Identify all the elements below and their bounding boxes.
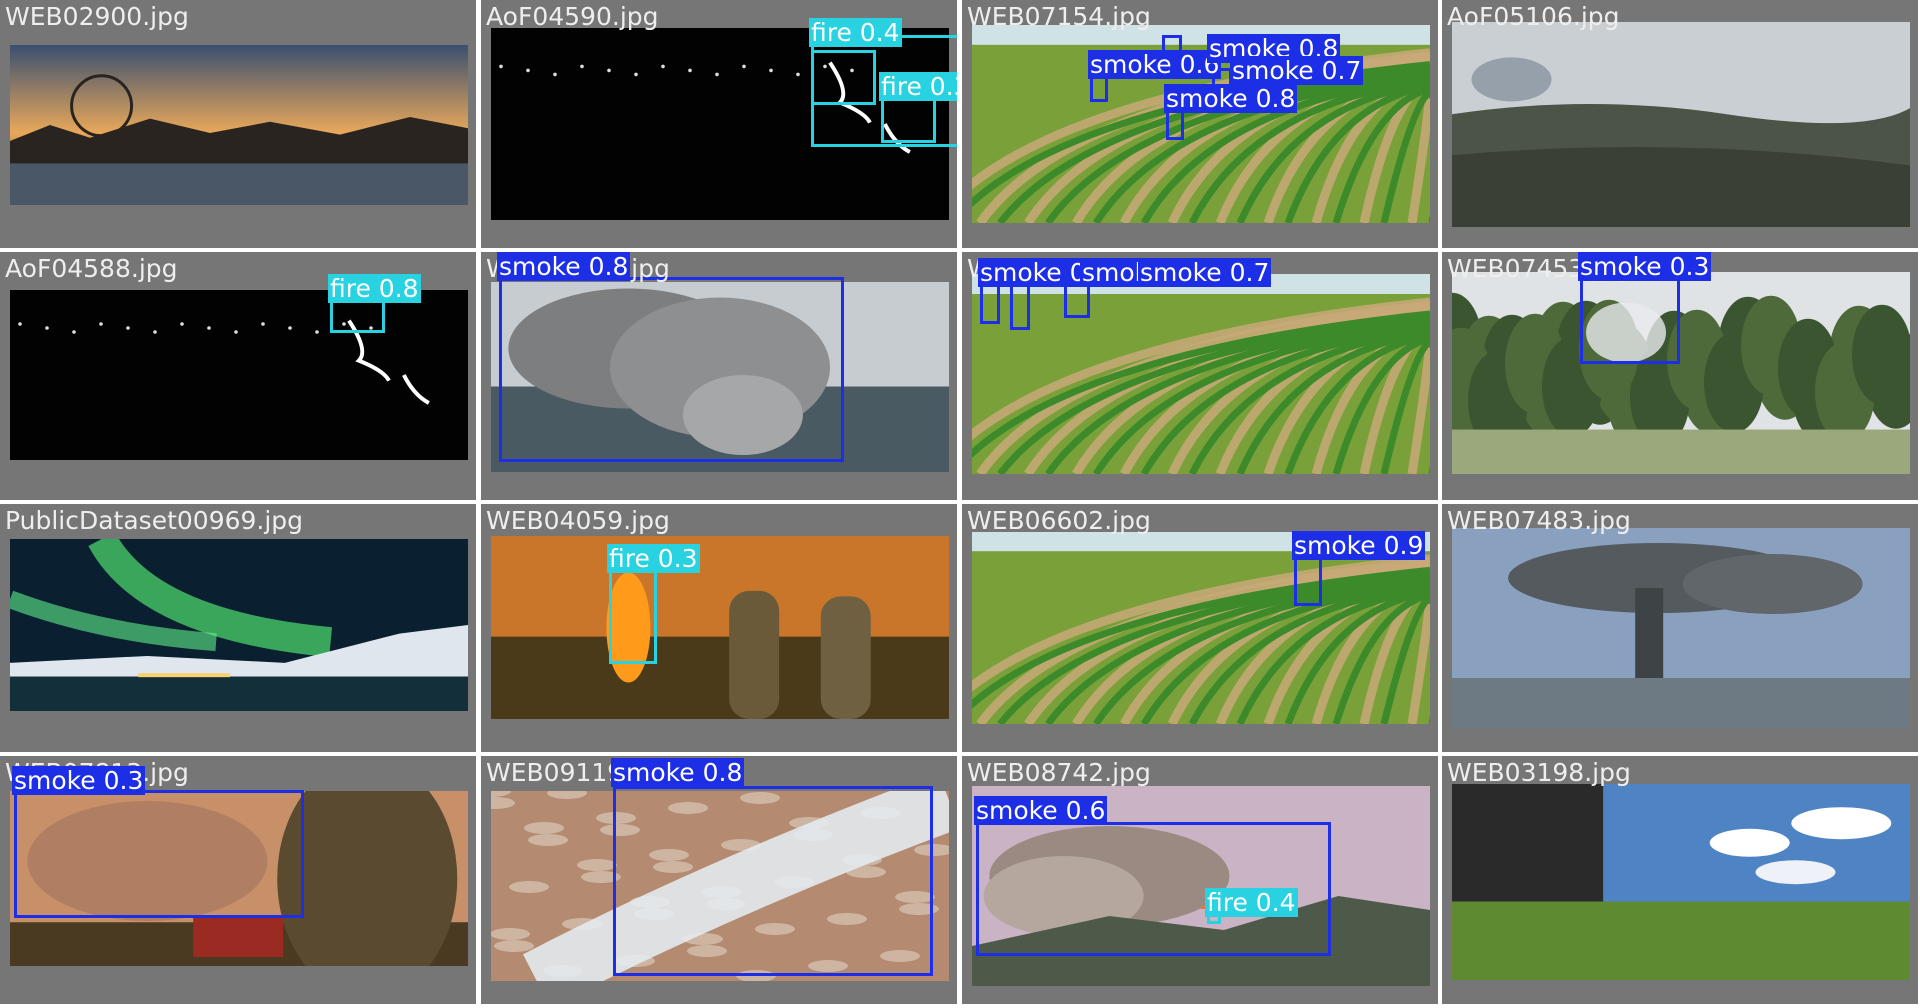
scene-crop-field-rows (972, 532, 1430, 724)
scene-aurora-night (10, 539, 468, 711)
tile-photo (972, 274, 1430, 474)
smoke-detection-label: smoke 0.8 (497, 252, 631, 281)
scene-stadium-cloudy-sky (1452, 784, 1910, 980)
tile-filename: AoF04590.jpg (486, 2, 659, 31)
fire-detection-label: fire 0.3 (879, 72, 957, 101)
tile-filename: WEB06602.jpg (967, 506, 1151, 535)
image-tile: WEB02900.jpg (0, 0, 476, 248)
smoke-detection-label: smoke 0.9 (1292, 531, 1426, 560)
image-tile: AoF04590.jpg fire 0.4 fire 0.3 (481, 0, 957, 248)
tile-photo (972, 532, 1430, 724)
image-tile: WEB06602.jpg smoke 0.9 (962, 504, 1438, 752)
tile-filename: WEB08742.jpg (967, 758, 1151, 787)
smoke-detection-box (1580, 274, 1680, 364)
smoke-detection-box (1010, 280, 1030, 330)
image-tile: WEB07453.jpg smoke 0.3 (1442, 252, 1918, 500)
scene-night-dark-fire (10, 290, 468, 460)
tile-photo (1452, 784, 1910, 980)
tile-filename: WEB02900.jpg (5, 2, 189, 31)
image-tile: AoF05106.jpg (1442, 0, 1918, 248)
smoke-detection-label: smoke 0.6 (974, 796, 1108, 825)
scene-crop-field-rows (972, 274, 1430, 474)
fire-detection-label: fire 0.3 (607, 544, 700, 573)
fire-detection-label: fire 0.8 (328, 274, 421, 303)
image-tile: WEB07154.jpgsmoke 0.7smoke 0.7smoke 0.7 (962, 252, 1438, 500)
smoke-detection-box (1294, 554, 1322, 606)
scene-forest-smoke (1452, 272, 1910, 474)
scene-hazy-hillside (1452, 22, 1910, 227)
image-tile: WEB07154.jpg smoke 0.6 smoke 0.8 smoke 0.7 s… (962, 0, 1438, 248)
tile-filename: WEB04059.jpg (486, 506, 670, 535)
tile-photo (10, 539, 468, 711)
smoke-detection-box (499, 277, 844, 462)
scene-firefighters-orange (491, 536, 949, 719)
fire-detection-label: fire 0.4 (1205, 888, 1298, 917)
tile-photo (1452, 22, 1910, 227)
image-tile: AoF04588.jpg fire 0.8 (0, 252, 476, 500)
image-tile: WEB07813.jpgsmoke 0.3 (0, 756, 476, 1004)
tile-photo (10, 45, 468, 205)
tile-photo (10, 290, 468, 460)
image-tile: WEB08742.jpg smoke 0.6 fire 0.4 (962, 756, 1438, 1004)
tile-filename: WEB07154.jpg (967, 2, 1151, 31)
tile-filename: AoF04588.jpg (5, 254, 178, 283)
image-tile: WEB07483.jpg (1442, 504, 1918, 752)
image-tile: WEB04059.jpg fire 0.3 (481, 504, 957, 752)
image-tile: WEB03198.jpg (1442, 756, 1918, 1004)
tile-filename: WEB03198.jpg (1447, 758, 1631, 787)
smoke-detection-label: smoke 0.8 (1164, 84, 1298, 113)
tile-photo (1452, 528, 1910, 728)
image-tile: PublicDataset00969.jpg (0, 504, 476, 752)
smoke-detection-label: smoke 0.6 (1088, 50, 1222, 79)
detection-mosaic: WEB02900.jpg AoF04590.jpg fire 0.4 fire 0.… (0, 0, 1920, 1008)
fire-detection-label: fire 0.4 (809, 18, 902, 47)
scene-distant-smoke-column (1452, 528, 1910, 728)
smoke-detection-label: smoke 0.3 (1578, 252, 1712, 281)
smoke-detection-label: smoke 0.7 (1230, 56, 1364, 85)
tile-photo (491, 536, 949, 719)
image-tile: WEB04509.jpgsmoke 0.8 (481, 252, 957, 500)
tile-filename: WEB07483.jpg (1447, 506, 1631, 535)
smoke-detection-label: smoke 0.8 (611, 758, 745, 787)
tile-filename: PublicDataset00969.jpg (5, 506, 304, 535)
tile-filename: AoF05106.jpg (1447, 2, 1620, 31)
smoke-detection-label: smoke 0.3 (12, 766, 146, 795)
smoke-detection-box (14, 790, 304, 918)
scene-city-sunset-river (10, 45, 468, 205)
tile-photo (1452, 272, 1910, 474)
image-tile: WEB09119.jpg smoke 0.8 (481, 756, 957, 1004)
smoke-detection-box (613, 786, 933, 976)
smoke-detection-label: smoke 0.7 (1138, 258, 1272, 287)
